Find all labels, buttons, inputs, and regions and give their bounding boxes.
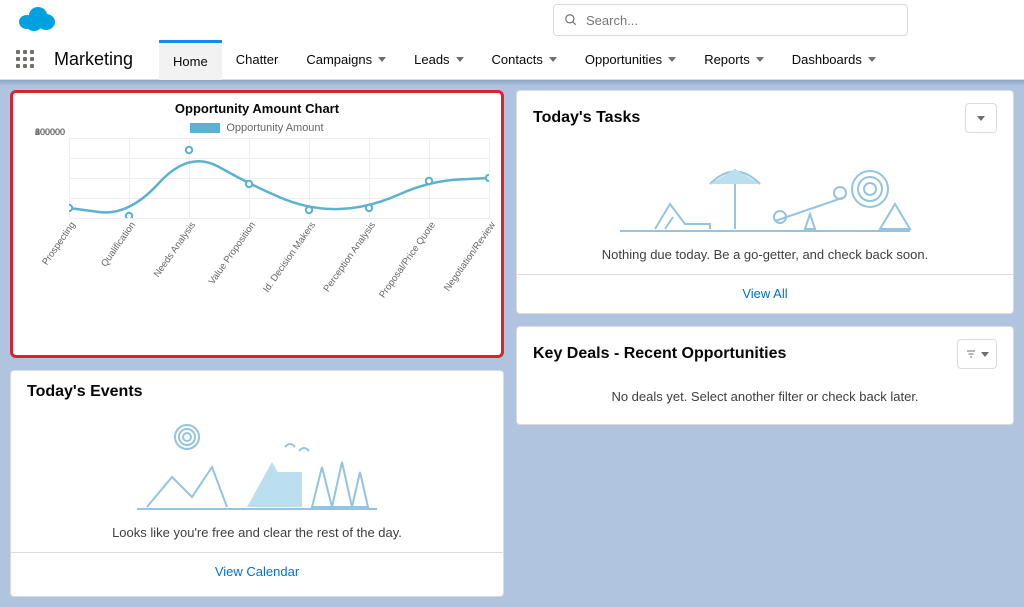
- chevron-down-icon: [977, 116, 985, 121]
- nav-tab-label: Dashboards: [792, 52, 862, 67]
- nav-tabs: Home Chatter Campaigns Leads Contacts Opportu…: [159, 40, 890, 80]
- app-nav-bar: Marketing Home Chatter Campaigns Leads Conta…: [0, 40, 1024, 80]
- chevron-down-icon: [981, 352, 989, 357]
- search-input[interactable]: [586, 13, 897, 28]
- right-column: Today's Tasks: [516, 90, 1014, 597]
- nav-tab-label: Home: [173, 54, 208, 69]
- nav-tab-label: Campaigns: [306, 52, 372, 67]
- chart-xtick: Proposal/Price Quote: [377, 220, 438, 300]
- chart-xtick: Qualification: [99, 220, 138, 269]
- page-body: Opportunity Amount Chart Opportunity Amo…: [0, 80, 1024, 607]
- nav-tab-reports[interactable]: Reports: [690, 40, 778, 80]
- chart-legend: Opportunity Amount: [19, 116, 495, 138]
- chart-xtick: Needs Analysis: [152, 220, 198, 280]
- deals-card-title: Key Deals - Recent Opportunities: [533, 345, 786, 363]
- global-search: [553, 4, 908, 36]
- chevron-down-icon: [868, 57, 876, 62]
- chart-ytick: 800000: [23, 127, 65, 137]
- tasks-empty-illustration: [517, 139, 1013, 239]
- nav-tab-opportunities[interactable]: Opportunities: [571, 40, 690, 80]
- global-header: [0, 0, 1024, 40]
- chevron-down-icon: [549, 57, 557, 62]
- nav-tab-contacts[interactable]: Contacts: [478, 40, 571, 80]
- left-column: Opportunity Amount Chart Opportunity Amo…: [10, 90, 504, 597]
- nav-tab-dashboards[interactable]: Dashboards: [778, 40, 890, 80]
- events-empty-text: Looks like you're free and clear the res…: [11, 517, 503, 552]
- chart-x-labels: ProspectingQualificationNeeds AnalysisVa…: [69, 220, 489, 350]
- chart-xtick: Perception Analysis: [321, 220, 378, 294]
- chart-xtick: Id. Decision Makers: [261, 220, 318, 295]
- nav-tab-label: Reports: [704, 52, 750, 67]
- chart-xtick: Negotiation/Review: [442, 220, 498, 293]
- nav-tab-home[interactable]: Home: [159, 40, 222, 80]
- legend-label: Opportunity Amount: [226, 122, 323, 134]
- nav-tab-campaigns[interactable]: Campaigns: [292, 40, 400, 80]
- nav-tab-label: Leads: [414, 52, 449, 67]
- events-empty-illustration: [11, 407, 503, 517]
- chevron-down-icon: [756, 57, 764, 62]
- nav-tab-chatter[interactable]: Chatter: [222, 40, 293, 80]
- todays-tasks-card: Today's Tasks: [516, 90, 1014, 314]
- search-icon: [564, 13, 578, 27]
- opportunity-amount-chart-card: Opportunity Amount Chart Opportunity Amo…: [10, 90, 504, 358]
- view-calendar-link[interactable]: View Calendar: [215, 564, 299, 579]
- deals-empty-text: No deals yet. Select another filter or c…: [517, 375, 1013, 424]
- tasks-card-title: Today's Tasks: [533, 109, 640, 127]
- search-box[interactable]: [553, 4, 908, 36]
- nav-tab-leads[interactable]: Leads: [400, 40, 477, 80]
- chevron-down-icon: [668, 57, 676, 62]
- chart-xtick: Prospecting: [40, 220, 78, 267]
- deals-filter-button[interactable]: [957, 339, 997, 369]
- chevron-down-icon: [378, 57, 386, 62]
- chart-xtick: Value Proposition: [207, 220, 258, 287]
- events-card-title: Today's Events: [27, 383, 143, 401]
- app-name: Marketing: [54, 49, 133, 70]
- chart-plot-area: 200000400000600000800000: [69, 138, 489, 218]
- legend-swatch: [190, 123, 220, 133]
- salesforce-logo: [16, 4, 56, 37]
- app-launcher-icon[interactable]: [16, 50, 36, 70]
- key-deals-card: Key Deals - Recent Opportunities No deal…: [516, 326, 1014, 425]
- tasks-card-menu-button[interactable]: [965, 103, 997, 133]
- nav-tab-label: Contacts: [492, 52, 543, 67]
- nav-tab-label: Chatter: [236, 52, 279, 67]
- chevron-down-icon: [456, 57, 464, 62]
- todays-events-card: Today's Events: [10, 370, 504, 597]
- chart-title: Opportunity Amount Chart: [19, 101, 495, 116]
- filter-icon: [965, 348, 977, 360]
- nav-tab-label: Opportunities: [585, 52, 662, 67]
- chart-line: [69, 138, 489, 218]
- tasks-view-all-link[interactable]: View All: [742, 286, 787, 301]
- tasks-empty-text: Nothing due today. Be a go-getter, and c…: [517, 239, 1013, 274]
